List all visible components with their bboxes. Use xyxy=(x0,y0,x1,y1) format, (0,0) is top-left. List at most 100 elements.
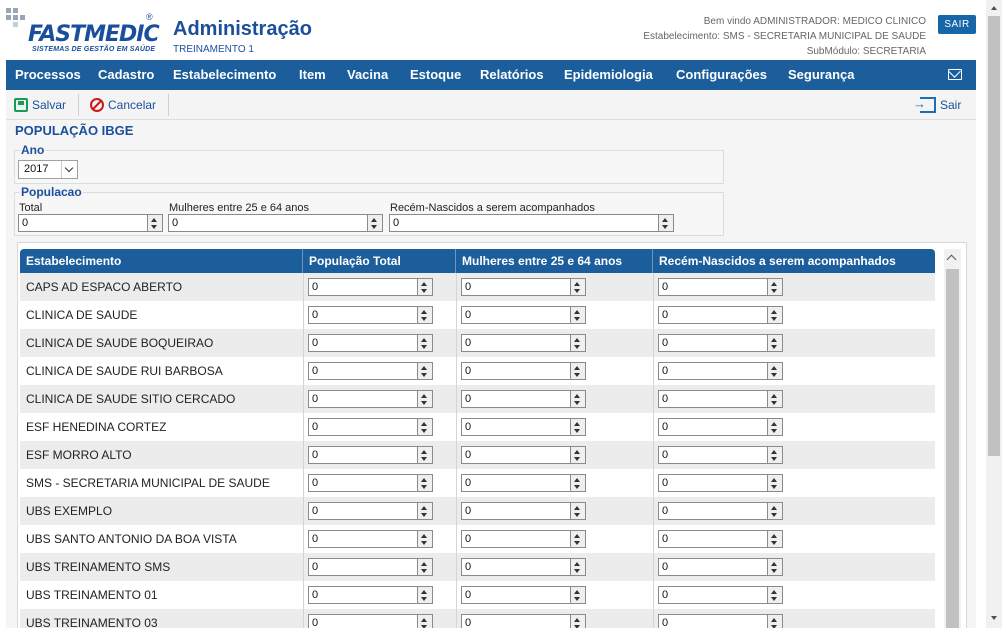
women-input[interactable]: 0 xyxy=(461,362,571,380)
newborn-stepper[interactable]: 0 xyxy=(658,614,783,628)
women-input[interactable]: 0 xyxy=(461,418,571,436)
grid-scrollbar-thumb[interactable] xyxy=(946,269,959,628)
total-input[interactable]: 0 xyxy=(308,530,418,548)
spinner-arrows-icon[interactable] xyxy=(418,446,433,464)
spinner-arrows-icon[interactable] xyxy=(571,278,586,296)
spinner-arrows-icon[interactable] xyxy=(768,306,783,324)
nav-relatorios[interactable]: Relatórios xyxy=(480,60,544,90)
newborn-input[interactable]: 0 xyxy=(658,446,768,464)
total-stepper[interactable]: 0 xyxy=(308,614,433,628)
spinner-arrows-icon[interactable] xyxy=(418,418,433,436)
newborn-stepper[interactable]: 0 xyxy=(658,334,783,352)
women-stepper[interactable]: 0 xyxy=(461,334,586,352)
total-stepper[interactable]: 0 xyxy=(308,586,433,604)
women-stepper[interactable]: 0 xyxy=(461,530,586,548)
spinner-arrows-icon[interactable] xyxy=(768,334,783,352)
newborn-input[interactable]: 0 xyxy=(658,390,768,408)
women-stepper[interactable]: 0 xyxy=(461,362,586,380)
spinner-arrows-icon[interactable] xyxy=(418,586,433,604)
exit-button[interactable]: Sair xyxy=(913,93,965,116)
spinner-arrows-icon[interactable] xyxy=(768,474,783,492)
nav-estoque[interactable]: Estoque xyxy=(410,60,461,90)
newborn-input[interactable]: 0 xyxy=(658,474,768,492)
spinner-arrows-icon[interactable] xyxy=(768,362,783,380)
women-stepper[interactable]: 0 xyxy=(461,474,586,492)
chevron-up-icon[interactable] xyxy=(946,254,957,265)
total-input[interactable]: 0 xyxy=(308,334,418,352)
total-input[interactable]: 0 xyxy=(308,446,418,464)
total-input[interactable]: 0 xyxy=(308,278,418,296)
total-input[interactable]: 0 xyxy=(308,586,418,604)
grid-scrollbar[interactable] xyxy=(944,249,961,628)
women-stepper[interactable]: 0 xyxy=(461,614,586,628)
spinner-arrows-icon[interactable] xyxy=(368,214,383,232)
newborn-stepper[interactable]: 0 xyxy=(658,502,783,520)
spinner-arrows-icon[interactable] xyxy=(768,418,783,436)
newborn-stepper[interactable]: 0 xyxy=(658,278,783,296)
spinner-arrows-icon[interactable] xyxy=(571,334,586,352)
newborn-stepper[interactable]: 0 xyxy=(658,446,783,464)
spinner-arrows-icon[interactable] xyxy=(418,306,433,324)
scroll-up-arrow-icon[interactable] xyxy=(991,6,997,10)
total-stepper[interactable]: 0 xyxy=(18,214,163,232)
spinner-arrows-icon[interactable] xyxy=(571,362,586,380)
newborn-stepper[interactable]: 0 xyxy=(658,530,783,548)
spinner-arrows-icon[interactable] xyxy=(418,530,433,548)
women-stepper[interactable]: 0 xyxy=(461,278,586,296)
spinner-arrows-icon[interactable] xyxy=(768,502,783,520)
total-stepper[interactable]: 0 xyxy=(308,530,433,548)
total-input[interactable]: 0 xyxy=(308,558,418,576)
spinner-arrows-icon[interactable] xyxy=(418,278,433,296)
spinner-arrows-icon[interactable] xyxy=(418,474,433,492)
spinner-arrows-icon[interactable] xyxy=(571,502,586,520)
women-stepper[interactable]: 0 xyxy=(461,390,586,408)
total-stepper[interactable]: 0 xyxy=(308,502,433,520)
spinner-arrows-icon[interactable] xyxy=(768,446,783,464)
total-stepper[interactable]: 0 xyxy=(308,390,433,408)
women-input[interactable]: 0 xyxy=(461,446,571,464)
nav-configuracoes[interactable]: Configurações xyxy=(676,60,767,90)
women-input[interactable]: 0 xyxy=(461,474,571,492)
spinner-arrows-icon[interactable] xyxy=(768,558,783,576)
save-button[interactable]: Salvar xyxy=(10,93,70,116)
women-stepper[interactable]: 0 xyxy=(461,446,586,464)
newborn-stepper[interactable]: 0 xyxy=(658,362,783,380)
nav-vacina[interactable]: Vacina xyxy=(347,60,388,90)
women-input[interactable]: 0 xyxy=(461,306,571,324)
newborn-input[interactable]: 0 xyxy=(658,306,768,324)
newborn-stepper[interactable]: 0 xyxy=(658,390,783,408)
window-scrollbar-thumb[interactable] xyxy=(988,16,1000,456)
women-input[interactable]: 0 xyxy=(461,586,571,604)
total-input[interactable]: 0 xyxy=(308,418,418,436)
newborn-stepper[interactable]: 0 xyxy=(658,418,783,436)
nav-item[interactable]: Item xyxy=(299,60,326,90)
women-input[interactable]: 0 xyxy=(168,214,368,232)
spinner-arrows-icon[interactable] xyxy=(768,530,783,548)
spinner-arrows-icon[interactable] xyxy=(571,558,586,576)
newborn-input[interactable]: 0 xyxy=(658,558,768,576)
nav-cadastro[interactable]: Cadastro xyxy=(98,60,154,90)
spinner-arrows-icon[interactable] xyxy=(148,214,163,232)
women-input[interactable]: 0 xyxy=(461,502,571,520)
nav-epidemiologia[interactable]: Epidemiologia xyxy=(564,60,653,90)
newborn-input[interactable]: 0 xyxy=(658,278,768,296)
total-stepper[interactable]: 0 xyxy=(308,306,433,324)
nav-seguranca[interactable]: Segurança xyxy=(788,60,854,90)
total-input[interactable]: 0 xyxy=(18,214,148,232)
nav-processos[interactable]: Processos xyxy=(15,60,81,90)
nav-estabelecimento[interactable]: Estabelecimento xyxy=(173,60,276,90)
spinner-arrows-icon[interactable] xyxy=(768,586,783,604)
spinner-arrows-icon[interactable] xyxy=(571,474,586,492)
total-stepper[interactable]: 0 xyxy=(308,418,433,436)
spinner-arrows-icon[interactable] xyxy=(571,418,586,436)
total-stepper[interactable]: 0 xyxy=(308,362,433,380)
total-input[interactable]: 0 xyxy=(308,362,418,380)
spinner-arrows-icon[interactable] xyxy=(418,390,433,408)
total-input[interactable]: 0 xyxy=(308,614,418,628)
spinner-arrows-icon[interactable] xyxy=(418,362,433,380)
envelope-icon[interactable] xyxy=(948,69,962,80)
women-input[interactable]: 0 xyxy=(461,558,571,576)
newborn-input[interactable]: 0 xyxy=(658,530,768,548)
spinner-arrows-icon[interactable] xyxy=(571,586,586,604)
total-stepper[interactable]: 0 xyxy=(308,474,433,492)
